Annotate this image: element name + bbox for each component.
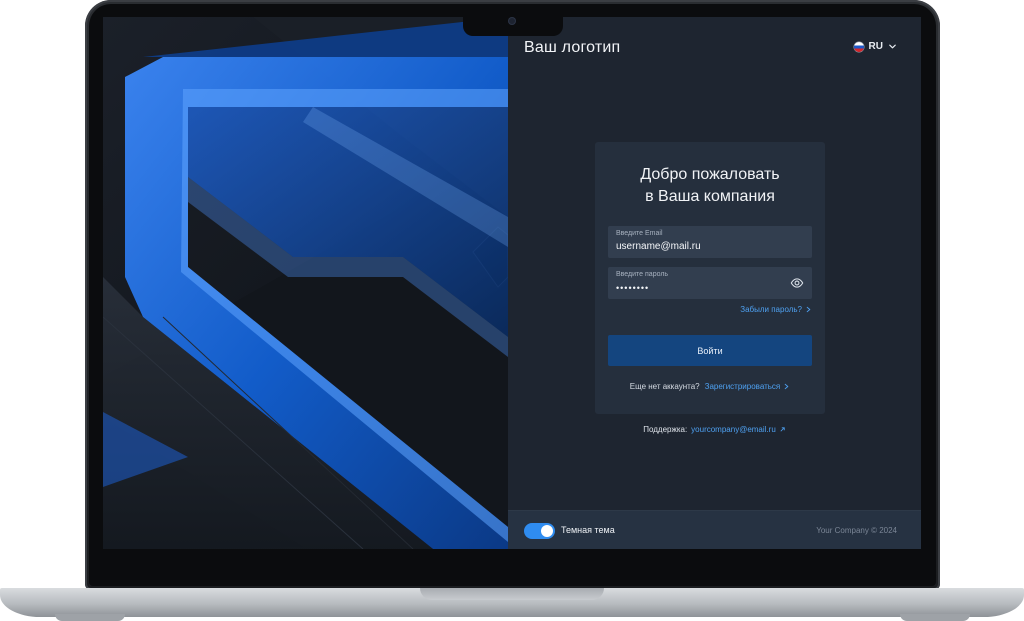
eye-icon[interactable]	[790, 276, 804, 290]
chevron-right-icon	[784, 383, 789, 390]
forgot-password-label: Забыли пароль?	[740, 305, 802, 314]
email-field-label: Введите Email	[616, 230, 663, 237]
register-link-label: Зарегистрироваться	[704, 382, 781, 391]
login-card: Добро пожаловать в Ваша компания Введите…	[595, 142, 825, 414]
footer-bar: Темная тема Your Company © 2024	[508, 510, 921, 549]
support-label: Поддержка:	[643, 425, 688, 434]
login-panel: Ваш логотип RU Добро пожаловать в Ваша к…	[508, 17, 921, 549]
chevron-right-icon	[806, 306, 811, 313]
login-button[interactable]: Войти	[608, 335, 812, 366]
register-prompt: Еще нет аккаунта?	[629, 382, 700, 391]
hero-abstract-shapes	[103, 17, 508, 549]
support-email-link[interactable]: yourcompany@email.ru	[691, 425, 786, 434]
laptop-foot-right	[900, 614, 970, 621]
chevron-down-icon	[889, 44, 896, 49]
copyright-text: Your Company © 2024	[816, 526, 897, 535]
password-input[interactable]: ••••••••	[616, 283, 649, 293]
dark-theme-toggle[interactable]	[524, 523, 555, 539]
welcome-line-1: Добро пожаловать	[640, 166, 780, 183]
language-code: RU	[868, 41, 883, 52]
welcome-line-2: в Ваша компания	[645, 188, 775, 205]
external-link-icon	[780, 427, 785, 432]
language-selector[interactable]: RU	[853, 41, 897, 52]
forgot-password-link[interactable]: Забыли пароль?	[740, 305, 812, 314]
support-email: yourcompany@email.ru	[691, 425, 776, 434]
camera-icon	[508, 17, 516, 25]
screen: Ваш логотип RU Добро пожаловать в Ваша к…	[103, 17, 921, 549]
email-field[interactable]: Введите Email username@mail.ru	[608, 226, 812, 258]
russia-flag-icon	[853, 41, 864, 52]
register-row: Еще нет аккаунта? Зарегистрироваться	[595, 382, 825, 391]
laptop-foot-left	[55, 614, 125, 621]
register-link[interactable]: Зарегистрироваться	[705, 382, 791, 391]
support-row: Поддержка: yourcompany@email.ru	[508, 425, 921, 434]
password-field-label: Введите пароль	[616, 271, 669, 278]
dark-theme-label: Темная тема	[561, 525, 615, 535]
laptop-base-notch	[420, 588, 604, 600]
toggle-knob	[541, 525, 553, 537]
email-input[interactable]: username@mail.ru	[616, 241, 701, 252]
hero-artwork	[103, 17, 508, 549]
password-field[interactable]: Введите пароль ••••••••	[608, 267, 812, 299]
company-logo: Ваш логотип	[524, 39, 621, 56]
welcome-title: Добро пожаловать в Ваша компания	[595, 164, 825, 208]
